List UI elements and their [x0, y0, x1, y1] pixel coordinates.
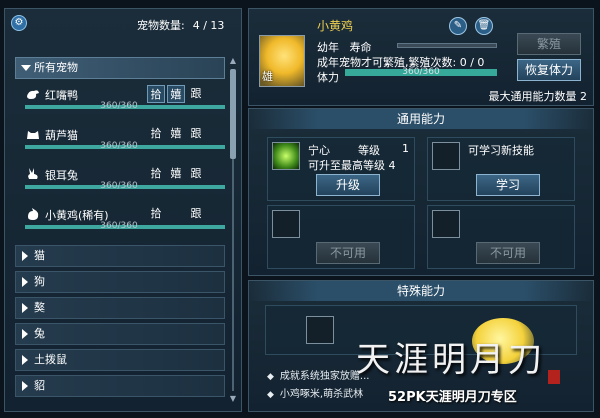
triangle-down-icon	[21, 65, 31, 71]
skill-slot-4: 不可用	[427, 205, 575, 269]
category-mastiff[interactable]: 獒	[15, 297, 225, 319]
pet-item-4[interactable]: 小黄鸡(稀有) 拾 跟 360/360	[19, 205, 227, 239]
special-ability-title: 特殊能力	[249, 281, 593, 301]
life-stage: 幼年 寿命	[317, 41, 372, 54]
trash-icon[interactable]: 🗑	[475, 17, 493, 35]
general-ability-panel: 通用能力 宁心 等级 1 可升至最高等级 4 升级 可学习新技能 学习 不可用 …	[248, 108, 594, 276]
site-caption: 52PK天涯明月刀专区	[388, 390, 517, 405]
triangle-right-icon	[22, 251, 28, 261]
pet-list-scrollbar[interactable]: ▲ ▼	[229, 57, 237, 403]
calligraphy-logo: 天涯明月刀	[356, 340, 546, 380]
skill-slot-1[interactable]: 宁心 等级 1 可升至最高等级 4 升级	[267, 137, 415, 201]
stamina-text: 360/360	[100, 141, 138, 151]
scroll-up-icon[interactable]: ▲	[229, 57, 237, 65]
upgrade-button[interactable]: 升级	[316, 174, 380, 196]
category-rabbit[interactable]: 兔	[15, 323, 225, 345]
category-cat[interactable]: 猫	[15, 245, 225, 267]
pet-count: 宠物数量: 4 / 13	[137, 19, 225, 32]
scroll-down-icon[interactable]: ▼	[229, 395, 237, 403]
max-level: 可升至最高等级 4	[308, 159, 396, 172]
triangle-right-icon	[22, 355, 28, 365]
pet-item-3[interactable]: 银耳兔 拾 嬉 跟 360/360	[19, 165, 227, 199]
triangle-right-icon	[22, 277, 28, 287]
lifespan-bar	[397, 43, 497, 48]
rabbit-icon	[25, 167, 41, 181]
watermark-logo: 天涯明月刀 52PK天涯明月刀专区	[352, 312, 592, 408]
category-mink[interactable]: 貂	[15, 375, 225, 397]
hp-label: 体力	[317, 71, 339, 84]
unavailable-button: 不可用	[476, 242, 540, 264]
level-label: 等级	[358, 144, 380, 157]
pencil-icon[interactable]: ✎	[449, 17, 467, 35]
pet-list-panel: ⚙ 宠物数量: 4 / 13 所有宠物 红嘴鸭 拾 嬉 跟 360/360 葫芦猫…	[4, 8, 242, 412]
pet-info-panel: 雄 小黄鸡 ✎ 🗑 幼年 寿命 成年宠物才可繁殖,繁殖次数: 0 / 0 体力 …	[248, 8, 594, 106]
empty-skill-slot	[272, 210, 300, 238]
stamina-text: 360/360	[100, 101, 138, 111]
red-seal	[548, 370, 560, 384]
category-dog[interactable]: 狗	[15, 271, 225, 293]
restore-stamina-button[interactable]: 恢复体力	[517, 59, 581, 81]
cat-icon	[25, 127, 41, 141]
pet-portrait: 雄	[259, 35, 305, 87]
triangle-right-icon	[22, 303, 28, 313]
learn-button[interactable]: 学习	[476, 174, 540, 196]
max-ability-count: 最大通用能力数量 2	[488, 90, 588, 103]
empty-skill-slot	[432, 142, 460, 170]
level-value: 1	[402, 142, 409, 155]
scroll-thumb[interactable]	[230, 69, 236, 159]
stamina-text: 360/360	[100, 221, 138, 231]
unavailable-button: 不可用	[316, 242, 380, 264]
empty-skill-slot	[306, 316, 334, 344]
skill-name: 宁心	[308, 144, 330, 157]
triangle-right-icon	[22, 329, 28, 339]
skill-slot-2[interactable]: 可学习新技能 学习	[427, 137, 575, 201]
general-ability-title: 通用能力	[249, 109, 593, 129]
category-marmot[interactable]: 土拨鼠	[15, 349, 225, 371]
duck-icon	[25, 87, 41, 101]
empty-skill-slot	[432, 210, 460, 238]
settings-gear-icon[interactable]: ⚙	[11, 15, 27, 31]
triangle-right-icon	[22, 381, 28, 391]
special-desc-2: 小鸡啄米,萌杀武林	[267, 385, 363, 400]
chick-icon	[25, 207, 41, 221]
meditation-skill-icon	[272, 142, 300, 170]
gender-label: 雄	[262, 70, 273, 83]
hp-text: 360/360	[402, 67, 440, 77]
learn-text: 可学习新技能	[468, 144, 534, 157]
skill-slot-3: 不可用	[267, 205, 415, 269]
category-all-pets[interactable]: 所有宠物	[15, 57, 225, 79]
pet-name-title: 小黄鸡	[317, 19, 354, 33]
pet-item-2[interactable]: 葫芦猫 拾 嬉 跟 360/360	[19, 125, 227, 159]
breed-button[interactable]: 繁殖	[517, 33, 581, 55]
stamina-text: 360/360	[100, 181, 138, 191]
pet-item-1[interactable]: 红嘴鸭 拾 嬉 跟 360/360	[19, 85, 227, 119]
